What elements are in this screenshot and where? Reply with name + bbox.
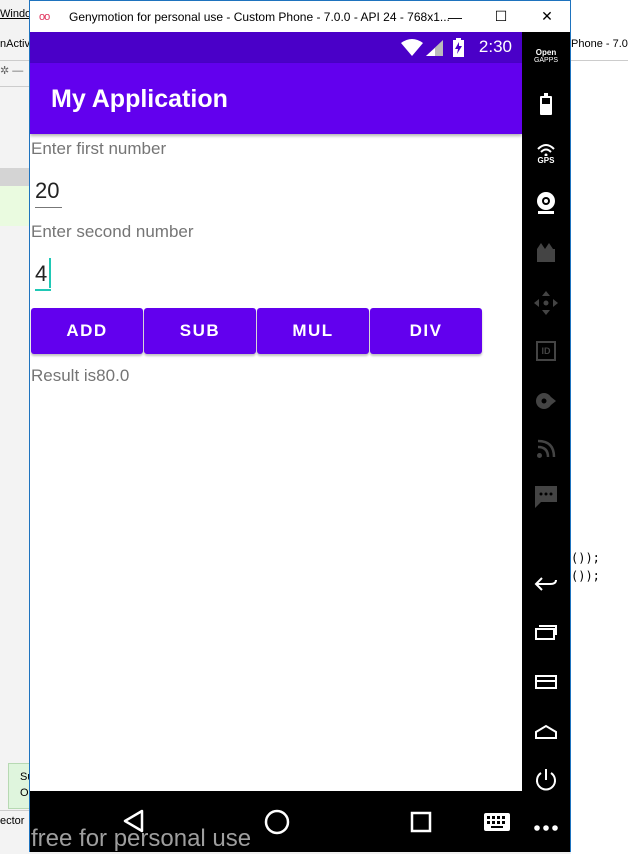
opengapps-label-1: Open xyxy=(535,48,557,57)
gps-icon[interactable]: GPS xyxy=(522,140,570,168)
ide-notification xyxy=(8,763,30,809)
battery-charging-icon xyxy=(453,38,464,57)
app-bar: My Application xyxy=(30,63,522,134)
maximize-button[interactable]: ☐ xyxy=(478,1,524,32)
dpad-icon[interactable] xyxy=(522,290,570,316)
second-number-underline xyxy=(35,289,51,291)
genymotion-logo-icon: oo xyxy=(39,10,50,23)
window-title: Genymotion for personal use - Custom Pho… xyxy=(69,9,449,24)
ide-notif-line-2: O xyxy=(20,787,29,799)
id-label: ID xyxy=(536,341,556,361)
identifier-icon[interactable]: ID xyxy=(522,338,570,364)
minimize-button[interactable]: — xyxy=(432,1,478,32)
gps-label: GPS xyxy=(537,155,555,165)
ide-menu-fragment: Windo xyxy=(0,8,32,20)
battery-icon[interactable] xyxy=(522,92,570,116)
disk-io-icon[interactable] xyxy=(522,388,570,414)
sub-button[interactable]: SUB xyxy=(144,308,256,354)
signal-icon xyxy=(426,40,443,56)
close-button[interactable]: ✕ xyxy=(524,1,570,32)
app-title: My Application xyxy=(51,85,228,113)
phone-screen: 2:30 My Application Enter first number 2… xyxy=(30,32,522,852)
ide-bottom-tab: ector xyxy=(0,815,25,827)
sms-icon[interactable] xyxy=(522,484,570,510)
wifi-icon xyxy=(401,39,423,56)
ide-code-line-2: ()); xyxy=(571,569,600,583)
nav-home-icon[interactable] xyxy=(264,809,290,835)
second-number-input[interactable]: 4 xyxy=(35,261,47,287)
menu-icon[interactable] xyxy=(522,670,570,694)
second-number-label: Enter second number xyxy=(31,222,194,241)
mul-button[interactable]: MUL xyxy=(257,308,369,354)
back-icon[interactable] xyxy=(522,572,570,596)
watermark-text: free for personal use xyxy=(31,825,252,852)
opengapps-label-2: GAPPS xyxy=(533,57,559,64)
ide-background xyxy=(0,0,30,854)
div-button[interactable]: DIV xyxy=(370,308,482,354)
recent-apps-icon[interactable] xyxy=(522,620,570,644)
more-icon[interactable] xyxy=(522,818,570,838)
home-icon[interactable] xyxy=(522,720,570,744)
genymotion-toolbar: Open GAPPS GPS ID xyxy=(522,32,570,852)
result-text: Result is80.0 xyxy=(31,366,130,385)
keyboard-icon[interactable] xyxy=(484,813,510,831)
webcam-icon[interactable] xyxy=(522,190,570,216)
window-titlebar[interactable]: oo Genymotion for personal use - Custom … xyxy=(30,1,570,32)
first-number-input[interactable]: 20 xyxy=(35,178,59,204)
text-cursor xyxy=(49,258,51,288)
ide-tab-fragment-left: nActiv xyxy=(0,38,30,50)
add-button[interactable]: ADD xyxy=(31,308,143,354)
ide-code-line-1: ()); xyxy=(571,551,600,565)
power-icon[interactable] xyxy=(522,766,570,794)
gear-icon: ✲ — xyxy=(0,65,24,77)
first-number-label: Enter first number xyxy=(31,139,167,158)
media-icon[interactable] xyxy=(522,240,570,266)
android-status-bar: 2:30 xyxy=(30,32,522,63)
first-number-underline xyxy=(35,207,62,208)
status-time: 2:30 xyxy=(478,37,512,56)
nav-recents-icon[interactable] xyxy=(410,811,432,833)
ide-tab-fragment-right: Phone - 7.0 xyxy=(571,38,628,50)
emulator-window: oo Genymotion for personal use - Custom … xyxy=(29,0,571,852)
cast-icon[interactable] xyxy=(522,436,570,462)
opengapps-icon[interactable]: Open GAPPS xyxy=(522,44,570,70)
